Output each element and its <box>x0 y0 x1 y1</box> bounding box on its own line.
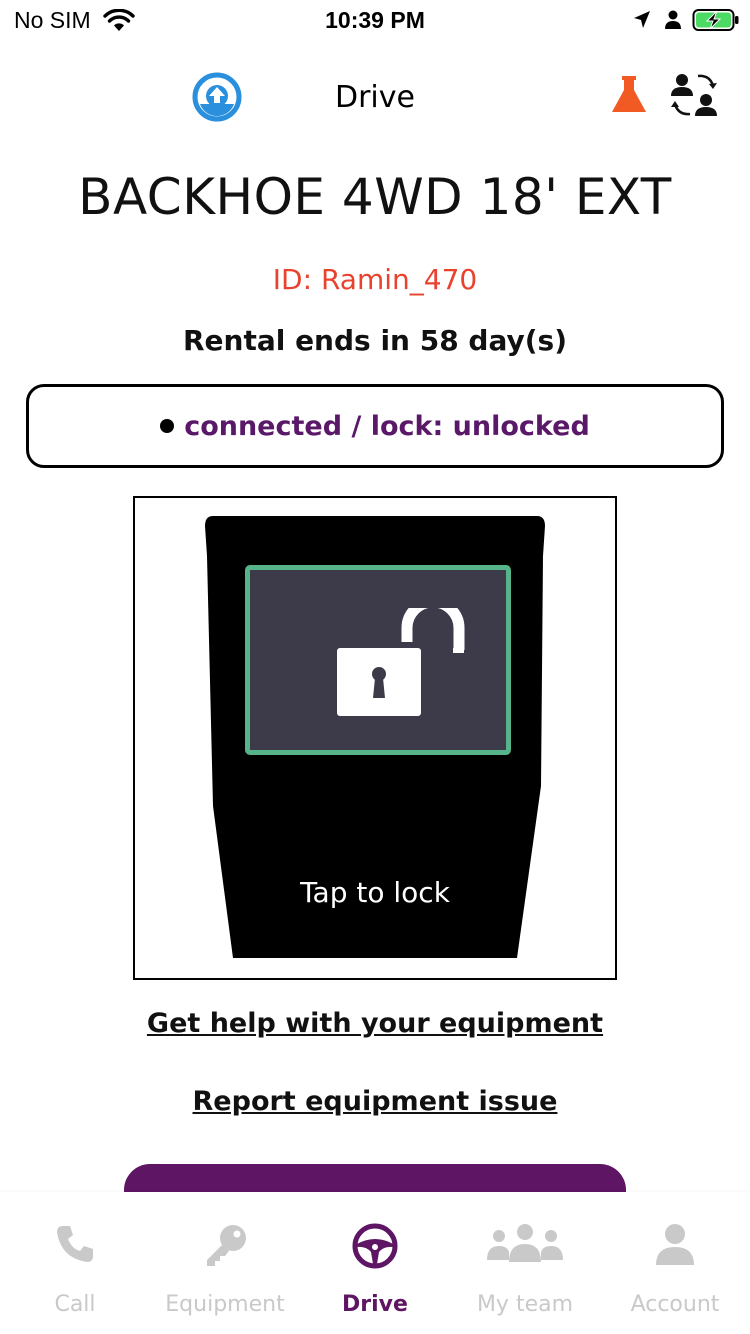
tab-call[interactable]: Call <box>0 1192 150 1334</box>
help-link[interactable]: Get help with your equipment <box>0 1008 750 1039</box>
team-icon <box>487 1224 563 1262</box>
person-icon <box>664 9 682 35</box>
tab-label: Call <box>54 1292 96 1317</box>
tap-to-lock-label[interactable]: Tap to lock <box>135 876 615 909</box>
tab-label: Account <box>630 1292 720 1317</box>
connection-status-text: connected / lock: unlocked <box>184 410 590 442</box>
tab-account[interactable]: Account <box>600 1192 750 1334</box>
location-arrow-icon <box>632 9 652 35</box>
lock-panel[interactable]: Tap to lock <box>133 496 617 980</box>
connection-status-box: connected / lock: unlocked <box>26 384 724 468</box>
phone-icon <box>57 1226 93 1262</box>
tab-label: Drive <box>342 1292 408 1317</box>
tab-my-team[interactable]: My team <box>450 1192 600 1334</box>
tab-drive[interactable]: Drive <box>300 1192 450 1334</box>
rental-remaining: Rental ends in 58 day(s) <box>182 324 568 357</box>
battery-charging-icon <box>692 8 740 36</box>
app-header: Drive <box>0 60 750 140</box>
tab-label: My team <box>476 1292 574 1317</box>
equipment-name: BACKHOE 4WD 18' EXT <box>78 168 672 226</box>
tab-bar: Call Equipment Drive My team Account <box>0 1192 750 1334</box>
account-icon <box>656 1224 694 1265</box>
switch-user-icon[interactable] <box>668 70 722 124</box>
status-bar: No SIM 10:39 PM <box>0 0 750 40</box>
lock-screen[interactable] <box>245 565 511 755</box>
tab-equipment[interactable]: Equipment <box>150 1192 300 1334</box>
key-icon <box>207 1225 246 1266</box>
report-issue-link[interactable]: Report equipment issue <box>0 1086 750 1117</box>
unlocked-padlock-icon <box>337 608 465 716</box>
status-dot <box>160 419 175 433</box>
tab-label: Equipment <box>165 1292 285 1317</box>
steering-wheel-icon <box>352 1223 398 1269</box>
equipment-id: ID: Ramin_470 <box>272 263 478 296</box>
flask-icon[interactable] <box>608 74 650 120</box>
